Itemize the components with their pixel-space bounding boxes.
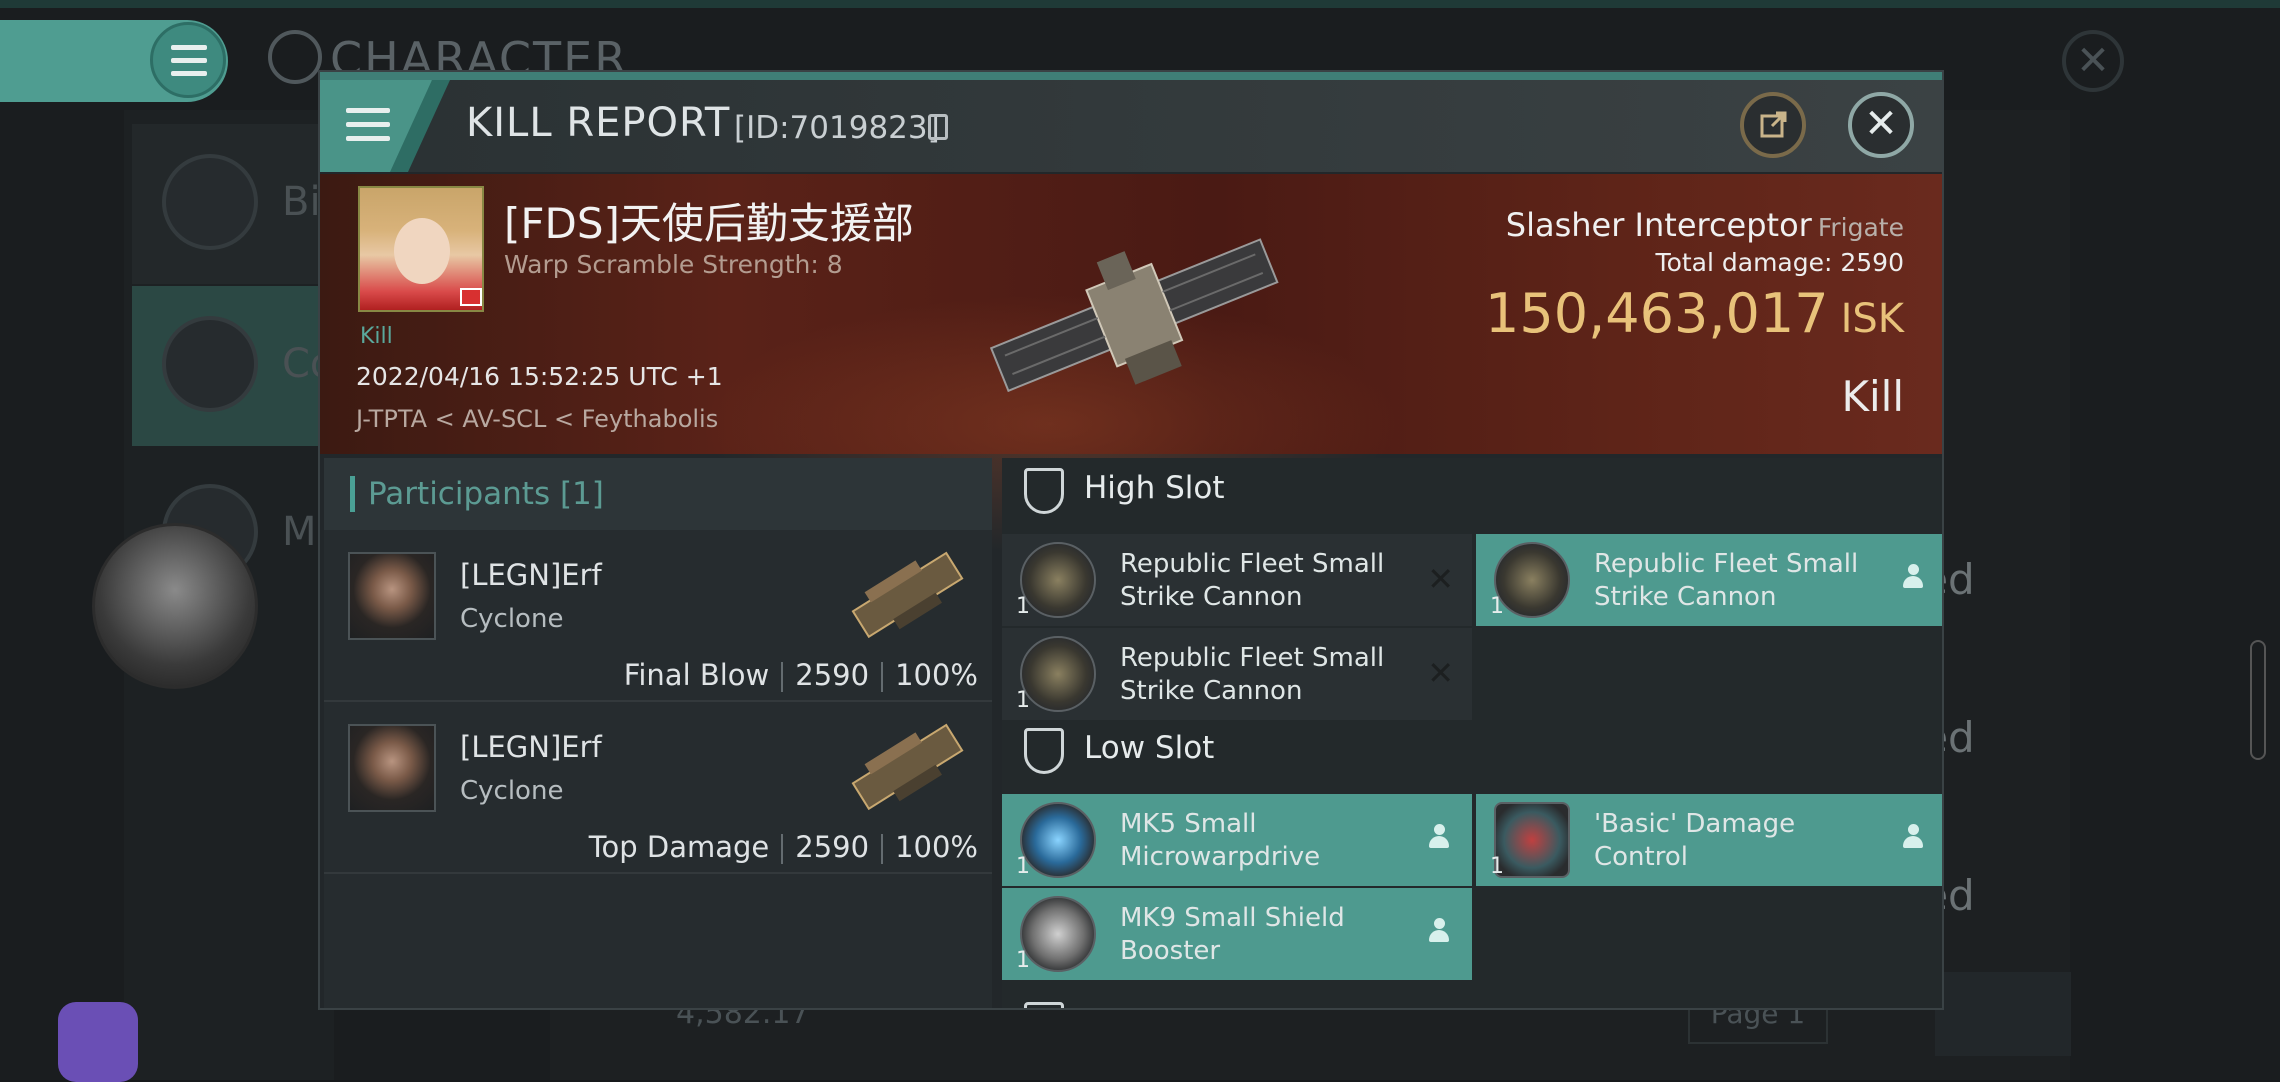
bg-scrollbar[interactable] — [2250, 640, 2266, 760]
bg-sidebar-item-combat[interactable]: Co — [132, 286, 334, 446]
standing-badge-icon — [460, 288, 482, 306]
module-name: Republic Fleet Small Strike Cannon — [1594, 549, 1859, 612]
copy-icon[interactable] — [928, 114, 948, 140]
participant-ship: Cyclone — [460, 776, 564, 806]
module-quantity: 1 — [1490, 854, 1504, 879]
participant-role: Top Damage — [588, 830, 770, 864]
dropped-person-icon — [1902, 824, 1924, 850]
module-name: MK5 Small Microwarpdrive — [1120, 809, 1321, 872]
ship-name-label: Slasher Interceptor — [1505, 206, 1812, 244]
floating-avatar[interactable] — [92, 523, 258, 689]
kill-location[interactable]: J-TPTA < AV-SCL < Feythabolis — [356, 405, 718, 433]
participant-portrait[interactable] — [348, 724, 436, 812]
top-accent-line — [0, 0, 2280, 8]
participants-title: Participants [1] — [368, 476, 604, 512]
module-quantity: 1 — [1016, 594, 1030, 619]
character-icon — [268, 30, 322, 84]
cannon-icon — [1494, 542, 1570, 618]
mid-slot-header-partial — [1002, 992, 1942, 1008]
participant-ship: Cyclone — [460, 604, 564, 634]
crossed-swords-icon — [162, 316, 258, 412]
participant-ship-image — [851, 723, 964, 811]
high-slot-header: High Slot — [1002, 458, 1942, 528]
victim-ship-image[interactable] — [970, 212, 1300, 422]
low-slot-header: Low Slot — [1002, 718, 1942, 788]
module-item[interactable]: 1 MK5 Small Microwarpdrive — [1002, 794, 1472, 886]
module-item[interactable]: 1 Republic Fleet Small Strike Cannon — [1476, 534, 1942, 626]
low-slot-title: Low Slot — [1084, 730, 1215, 766]
shield-booster-icon — [1020, 896, 1096, 972]
ship-class: Frigate — [1817, 213, 1904, 242]
participants-header-bar — [350, 476, 355, 512]
kill-id: [ID:7019823] — [734, 110, 940, 146]
list-icon — [162, 154, 258, 250]
module-name: 'Basic' Damage Control — [1594, 809, 1796, 872]
module-name: Republic Fleet Small Strike Cannon — [1120, 643, 1385, 706]
participant-percent: 100% — [895, 658, 978, 692]
filter-button[interactable] — [1935, 972, 2071, 1056]
victim-name[interactable]: [FDS]天使后勤支援部 — [504, 190, 914, 251]
dialog-title: KILL REPORT — [466, 100, 731, 146]
participant-percent: 100% — [895, 830, 978, 864]
module-item[interactable]: 1 'Basic' Damage Control — [1476, 794, 1942, 886]
kill-timestamp: 2022/04/16 15:52:25 UTC +1 — [356, 362, 723, 391]
bg-menu-button[interactable] — [150, 22, 226, 98]
module-quantity: 1 — [1016, 948, 1030, 973]
cannon-icon — [1020, 542, 1096, 618]
close-icon: ✕ — [1864, 101, 1898, 147]
participant-ship-image — [851, 551, 964, 639]
warp-scramble-strength: Warp Scramble Strength: 8 — [504, 250, 843, 279]
module-quantity: 1 — [1490, 594, 1504, 619]
total-damage: Total damage: 2590 — [1656, 248, 1904, 277]
kill-tag: Kill — [360, 324, 393, 349]
kill-report-dialog: KILL REPORT [ID:7019823] ✕ [FDS]天使后勤支援部 … — [318, 70, 1944, 1010]
high-slot-title: High Slot — [1084, 470, 1225, 506]
module-item[interactable]: 1 MK9 Small Shield Booster — [1002, 888, 1472, 980]
bg-sidebar-item-bio[interactable]: Bi — [132, 124, 332, 284]
module-name: MK9 Small Shield Booster — [1120, 903, 1345, 966]
participant-name: [LEGN]Erf — [460, 558, 602, 592]
isk-unit: ISK — [1840, 296, 1904, 342]
total-damage-label: Total damage: — [1655, 248, 1833, 277]
participant-row[interactable]: [LEGN]Erf Cyclone Final Blow 2590 100% — [324, 532, 992, 702]
close-button[interactable]: ✕ — [1848, 92, 1914, 158]
share-button[interactable] — [1740, 92, 1806, 158]
participant-damage: 2590 — [795, 658, 870, 692]
window-switch-button[interactable] — [58, 1002, 138, 1082]
dropped-person-icon — [1428, 824, 1450, 850]
microwarpdrive-icon — [1020, 802, 1096, 878]
high-slot-icon — [1024, 468, 1064, 514]
dropped-person-icon — [1428, 918, 1450, 944]
participant-damage: 2590 — [795, 830, 870, 864]
isk-value: 150,463,017 ISK — [1485, 282, 1904, 345]
participant-role: Final Blow — [623, 658, 770, 692]
participant-name: [LEGN]Erf — [460, 730, 602, 764]
low-slot-icon — [1024, 728, 1064, 774]
participant-stats: Final Blow 2590 100% — [624, 658, 978, 692]
dialog-accent-line — [320, 72, 1942, 80]
destroyed-icon: ✕ — [1427, 560, 1454, 598]
dropped-person-icon — [1902, 564, 1924, 590]
ship-name[interactable]: Slasher Interceptor Frigate — [1506, 206, 1904, 244]
participant-stats: Top Damage 2590 100% — [589, 830, 978, 864]
module-item[interactable]: 1 Republic Fleet Small Strike Cannon ✕ — [1002, 534, 1472, 626]
participant-row[interactable]: [LEGN]Erf Cyclone Top Damage 2590 100% — [324, 704, 992, 874]
total-damage-value: 2590 — [1840, 248, 1904, 277]
damage-control-icon — [1494, 802, 1570, 878]
destroyed-icon: ✕ — [1427, 654, 1454, 692]
cannon-icon — [1020, 636, 1096, 712]
result-label: Kill — [1841, 372, 1904, 421]
victim-face — [394, 218, 450, 284]
share-icon — [1760, 111, 1787, 138]
mid-slot-icon — [1024, 1002, 1064, 1008]
module-item[interactable]: 1 Republic Fleet Small Strike Cannon ✕ — [1002, 628, 1472, 720]
module-name: Republic Fleet Small Strike Cannon — [1120, 549, 1385, 612]
isk-amount: 150,463,017 — [1485, 282, 1829, 345]
participant-portrait[interactable] — [348, 552, 436, 640]
module-quantity: 1 — [1016, 854, 1030, 879]
bg-close-button[interactable]: ✕ — [2062, 30, 2124, 92]
module-quantity: 1 — [1016, 688, 1030, 713]
